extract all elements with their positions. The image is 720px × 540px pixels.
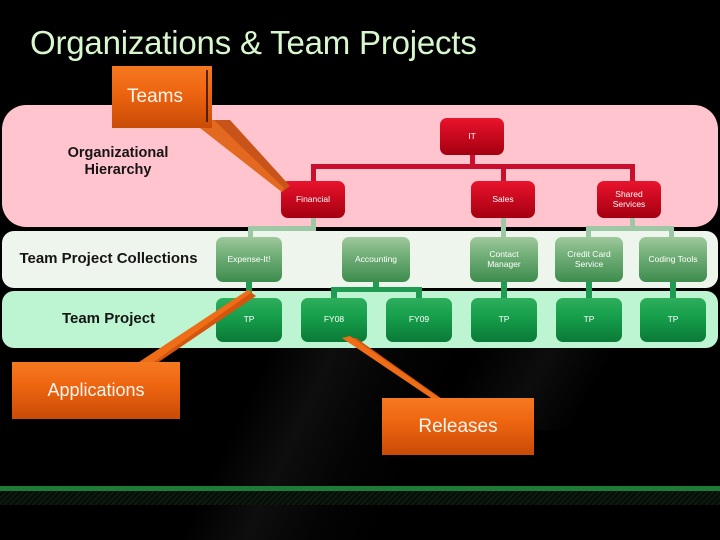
- connector-shared-services-bus: [586, 226, 674, 231]
- connector-org-bus: [311, 164, 635, 169]
- org-node-financial-label: Financial: [295, 193, 331, 204]
- org-node-sales-label: Sales: [492, 193, 514, 204]
- page-title: Organizations & Team Projects: [30, 24, 477, 61]
- collection-node-coding-tools-label: Coding Tools: [648, 253, 698, 264]
- band-label-team-project: Team Project: [61, 310, 156, 327]
- connector-contact-manager-to-tp: [501, 282, 507, 298]
- collection-node-contact-manager[interactable]: Contact Manager: [470, 237, 538, 282]
- band-label-line2: Hierarchy: [84, 162, 152, 179]
- connector-drop-fy08: [331, 287, 337, 298]
- footer-texture: [0, 491, 720, 505]
- connector-sales-to-contact-manager: [501, 218, 506, 238]
- collection-node-expense-it[interactable]: Expense-It!: [216, 237, 282, 282]
- collection-node-credit-card-service-label-line2: Service: [574, 258, 604, 269]
- collection-node-credit-card-service[interactable]: Credit Card Service: [555, 237, 623, 282]
- org-node-sales[interactable]: Sales: [471, 181, 535, 218]
- connector-credit-card-service-to-tp: [586, 282, 592, 298]
- team-project-node-6-label: TP: [667, 314, 679, 325]
- team-project-node-5-label: TP: [583, 314, 595, 325]
- team-project-node-1[interactable]: TP: [216, 298, 282, 342]
- connector-coding-tools-to-tp: [670, 282, 676, 298]
- org-node-shared-services-label-line2: Services: [612, 198, 646, 209]
- connector-financial-bus: [248, 226, 316, 231]
- connector-accounting-bus: [331, 287, 422, 292]
- callout-applications[interactable]: Applications: [12, 362, 180, 419]
- callout-teams-label: Teams: [127, 86, 183, 107]
- band-label-line1: Organizational: [67, 145, 169, 161]
- team-project-node-5[interactable]: TP: [556, 298, 622, 342]
- band-label-organizational-hierarchy: Organizational Hierarchy: [18, 145, 218, 179]
- team-project-node-2-label: FY08: [323, 314, 345, 325]
- team-project-node-4-label: TP: [498, 314, 510, 325]
- team-project-node-6[interactable]: TP: [640, 298, 706, 342]
- slide-canvas: Organizations & Team Projects Organizati…: [0, 0, 720, 540]
- callout-teams-stem: [206, 70, 208, 122]
- team-project-node-2[interactable]: FY08: [301, 298, 367, 342]
- team-project-node-3[interactable]: FY09: [386, 298, 452, 342]
- collection-node-accounting[interactable]: Accounting: [342, 237, 410, 282]
- callout-teams[interactable]: Teams: [112, 66, 212, 128]
- band-label-team-project-collections: Team Project Collections: [19, 250, 198, 267]
- team-project-node-3-label: FY09: [408, 314, 430, 325]
- org-node-it[interactable]: IT: [440, 118, 504, 155]
- org-node-financial[interactable]: Financial: [281, 181, 345, 218]
- collection-node-contact-manager-label-line2: Manager: [487, 258, 521, 269]
- callout-applications-label: Applications: [47, 380, 145, 400]
- collection-node-accounting-label: Accounting: [354, 253, 398, 264]
- team-project-node-1-label: TP: [243, 314, 255, 325]
- org-node-shared-services[interactable]: Shared Services: [597, 181, 661, 218]
- collection-node-coding-tools[interactable]: Coding Tools: [639, 237, 707, 282]
- collection-node-expense-it-label: Expense-It!: [227, 253, 271, 264]
- org-node-it-label: IT: [468, 130, 476, 141]
- callout-releases-label: Releases: [418, 415, 498, 437]
- connector-drop-fy09: [416, 287, 422, 298]
- team-project-node-4[interactable]: TP: [471, 298, 537, 342]
- connector-expense-it-to-tp: [246, 282, 252, 298]
- callout-releases[interactable]: Releases: [382, 398, 534, 455]
